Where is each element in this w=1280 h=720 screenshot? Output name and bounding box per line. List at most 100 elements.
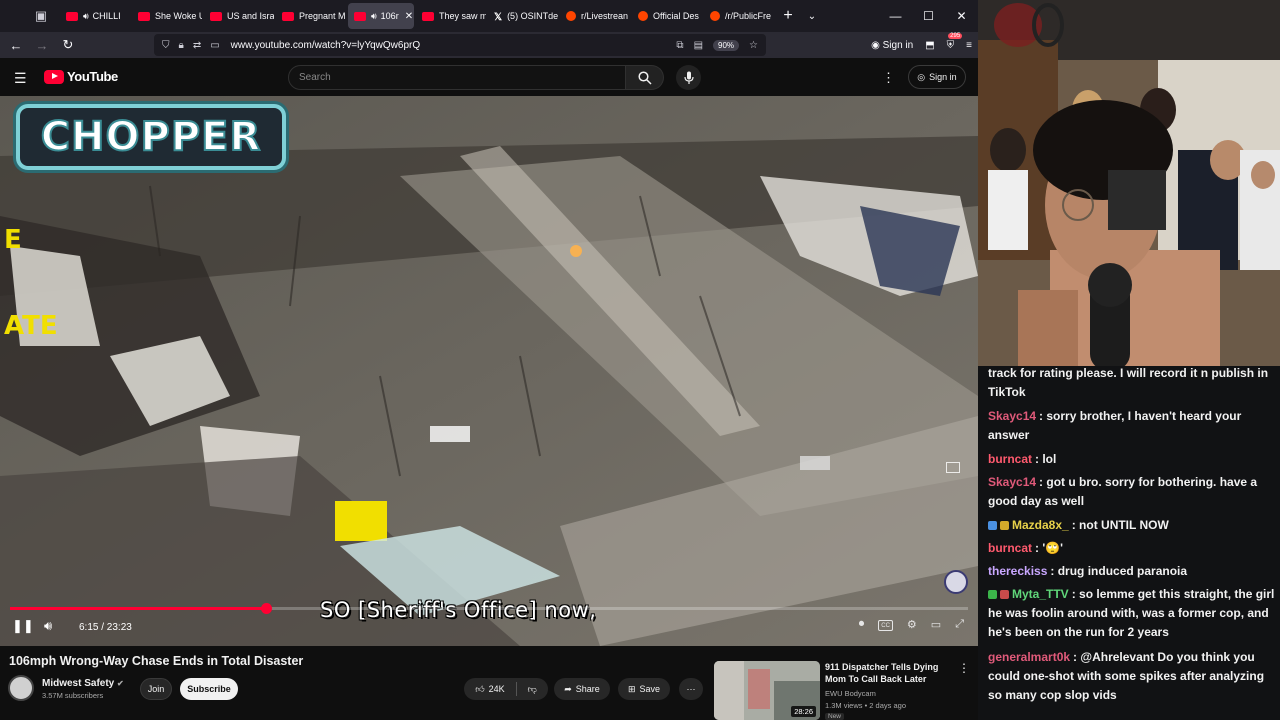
list-all-tabs-icon[interactable]: ⌄ <box>800 11 824 22</box>
pause-icon[interactable]: ❚❚ <box>12 618 34 634</box>
svg-text:E: E <box>4 225 22 255</box>
badge-icon <box>988 590 997 599</box>
recommended-channel[interactable]: EWU Bodycam <box>825 689 876 698</box>
reader-view-icon[interactable]: ▤ <box>694 40 703 51</box>
chopper-overlay-title: CHOPPER <box>16 104 286 170</box>
chat-message: burncat: '🙄' <box>988 539 1276 558</box>
autoplay-toggle[interactable]: ⏺ <box>859 618 865 631</box>
maximize-button[interactable]: ☐ <box>912 0 945 32</box>
permissions-icon[interactable]: ⇄ <box>193 40 201 51</box>
youtube-favicon-icon <box>282 11 294 21</box>
chat-message-text: : not UNTIL NOW <box>1071 518 1169 532</box>
zoom-level[interactable]: 90% <box>713 39 740 51</box>
channel-name-text[interactable]: Midwest Safety <box>42 678 114 689</box>
back-button[interactable]: ← <box>3 32 29 58</box>
forward-button[interactable]: → <box>29 32 55 58</box>
page-icon: ▭ <box>210 39 220 51</box>
chat-message: thereckiss: drug induced paranoia <box>988 562 1276 581</box>
subscribe-button[interactable]: Subscribe <box>180 678 238 700</box>
reload-button[interactable]: ↻ <box>55 32 81 58</box>
search-input[interactable]: Search <box>288 65 626 90</box>
like-icon[interactable]: 👍︎ <box>475 684 484 695</box>
browser-tab[interactable]: 🔊︎ CHILLI <box>60 3 130 29</box>
browser-tab[interactable]: She Woke U <box>132 3 202 29</box>
share-icon: ➦ <box>564 683 572 694</box>
progress-bar[interactable] <box>10 603 968 614</box>
voice-search-button[interactable] <box>676 65 701 90</box>
save-icon: ⊞ <box>627 683 636 694</box>
chat-message: Skayc14: sorry brother, I haven't heard … <box>988 407 1276 445</box>
chat-username[interactable]: burncat <box>988 541 1032 555</box>
verified-check-icon: ✔ <box>117 679 124 688</box>
tab-label: CHILLI <box>92 11 121 21</box>
tab-bar: ▣ 🔊︎ CHILLI She Woke U US and Isra Pregnant … <box>0 0 978 32</box>
fullscreen-icon[interactable]: ⤢ <box>955 618 964 631</box>
search-button[interactable] <box>626 65 664 90</box>
miniplayer-hint-icon[interactable] <box>946 462 960 473</box>
new-tab-button[interactable]: + <box>776 7 800 25</box>
browser-tab[interactable]: US and Isra <box>204 3 274 29</box>
chat-username[interactable]: thereckiss <box>988 564 1047 578</box>
chat-username[interactable]: Skayc14 <box>988 409 1036 423</box>
share-button[interactable]: ➦ Share <box>554 678 610 700</box>
webcam-image <box>978 0 1280 370</box>
recommended-title[interactable]: 911 Dispatcher Tells Dying Mom To Call B… <box>825 661 945 685</box>
youtube-signin-button[interactable]: ◎ Sign in <box>908 65 966 89</box>
chat-username[interactable]: generalmart0k <box>988 650 1070 664</box>
shield-icon[interactable]: ⛉ <box>162 40 170 51</box>
chat-message: track for rating please. I will record i… <box>988 366 1276 402</box>
like-count[interactable]: 24K <box>489 684 505 694</box>
save-button[interactable]: ⊞ Save <box>618 678 670 700</box>
tab-audio-icon[interactable]: 🔊︎ <box>83 11 89 22</box>
chat-username[interactable]: Myta_TTV <box>1012 587 1069 601</box>
chat-username[interactable]: Mazda8x_ <box>1012 518 1069 532</box>
browser-tab[interactable]: r/Livestrean <box>560 3 630 29</box>
volume-icon[interactable]: 🔊︎ <box>44 618 52 634</box>
more-actions-button[interactable]: ⋯ <box>679 678 703 700</box>
account-button[interactable]: ◉ Sign in <box>871 40 913 51</box>
chat-username[interactable]: Skayc14 <box>988 475 1036 489</box>
tab-overview-icon[interactable]: ▣ <box>26 0 56 32</box>
browser-tab[interactable]: /r/PublicFre <box>704 3 774 29</box>
tab-close-icon[interactable]: ✕ <box>405 11 413 22</box>
video-player[interactable]: E ATE CHOPPER SO [Sheriff's Office] now,… <box>0 96 978 646</box>
browser-tab[interactable]: 𝕏 (5) OSINTde <box>488 3 558 29</box>
picture-in-picture-icon[interactable]: ⧉ <box>676 40 683 51</box>
subtitles-button[interactable]: CC <box>878 620 893 631</box>
recommended-thumbnail[interactable]: 28:26 <box>714 661 820 720</box>
settings-gear-icon[interactable]: ⚙ <box>907 618 917 631</box>
settings-kebab-icon[interactable]: ⋮ <box>882 70 895 86</box>
badge-icon <box>1000 590 1009 599</box>
extensions-icon[interactable]: ⬒ <box>925 40 934 51</box>
minimize-button[interactable]: — <box>879 0 912 32</box>
browser-tab[interactable]: 🔊︎ 106r ✕ <box>348 3 414 29</box>
video-frame: E ATE <box>0 96 978 646</box>
theater-mode-icon[interactable]: ▭ <box>931 618 941 631</box>
tab-audio-icon[interactable]: 🔊︎ <box>371 11 377 22</box>
lock-icon[interactable]: 🔒︎ <box>179 40 184 51</box>
guide-menu-icon[interactable]: ☰ <box>14 70 27 87</box>
new-badge: New <box>825 713 845 720</box>
close-window-button[interactable]: ✕ <box>945 0 978 32</box>
browser-tab[interactable]: Pregnant M <box>276 3 346 29</box>
time-display: 6:15 / 23:23 <box>79 622 132 633</box>
x-favicon-icon: 𝕏 <box>494 11 503 23</box>
dislike-icon[interactable]: 👎︎ <box>528 684 537 695</box>
like-dislike-bar: 👍︎ 24K 👎︎ <box>464 678 548 700</box>
svg-text:ATE: ATE <box>4 311 58 341</box>
ublock-icon[interactable]: ⛨ 295 <box>947 32 963 51</box>
ublock-badge: 295 <box>948 32 963 39</box>
channel-watermark[interactable] <box>944 570 968 594</box>
channel-name[interactable]: Midwest Safety ✔ <box>42 678 124 689</box>
channel-avatar[interactable] <box>8 675 34 701</box>
join-button[interactable]: Join <box>140 678 172 700</box>
menu-icon[interactable]: ≡ <box>966 40 972 51</box>
chat-username[interactable]: burncat <box>988 452 1032 466</box>
recommended-menu-icon[interactable]: ⋮ <box>958 661 970 675</box>
youtube-logo[interactable]: YouTube <box>44 69 118 84</box>
browser-tab[interactable]: They saw m <box>416 3 486 29</box>
address-bar[interactable]: ⛉ 🔒︎ ⇄ ▭ www.youtube.com/watch?v=lyYqwQw… <box>154 34 766 56</box>
url-text[interactable]: www.youtube.com/watch?v=lyYqwQw6prQ <box>231 40 420 51</box>
browser-tab[interactable]: Official Des <box>632 3 702 29</box>
bookmark-star-icon[interactable]: ☆ <box>749 40 758 51</box>
